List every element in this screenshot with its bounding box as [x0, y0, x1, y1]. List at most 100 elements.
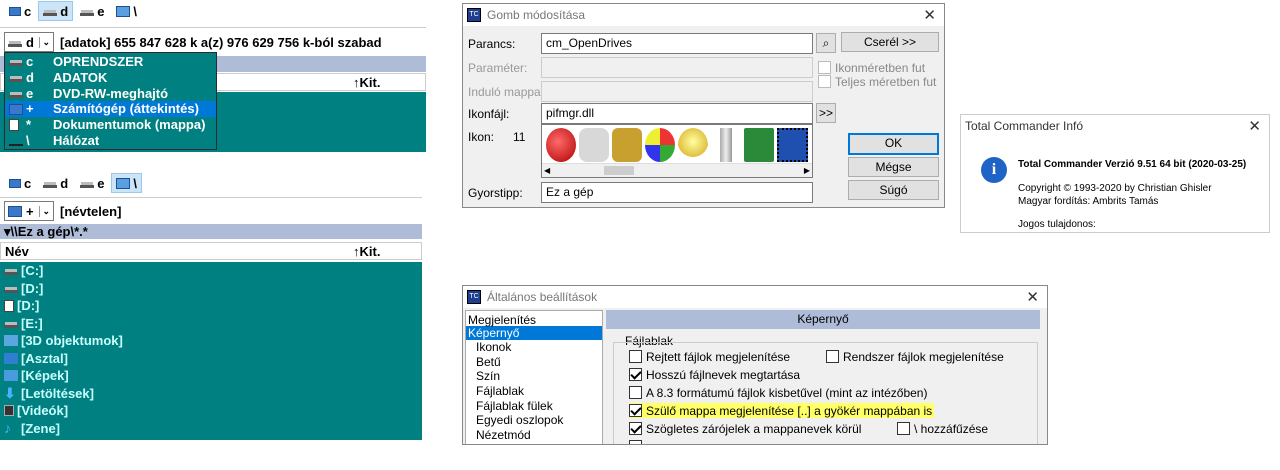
list-item[interactable]: ♪ [Zene]	[0, 420, 422, 438]
tree-item-fajlablak-fulek[interactable]: Fájlablak fülek	[466, 399, 602, 414]
cd-drive-icon	[9, 87, 23, 99]
cd-drive-icon	[80, 177, 95, 189]
drive-button-e[interactable]: e	[75, 1, 109, 21]
dropdown-item-c[interactable]: c OPRENDSZER	[5, 54, 216, 70]
app-icon: TC	[467, 8, 481, 22]
drive-button-e[interactable]: e	[75, 173, 109, 193]
list-item[interactable]: [E:]	[0, 315, 422, 333]
cd-drive-icon	[4, 317, 18, 329]
formatum-checkbox[interactable]: A 8.3 formátumú fájlok kisbetűvel (mint …	[629, 385, 927, 400]
parancs-input[interactable]: cm_OpenDrives	[541, 33, 813, 54]
dropdown-item-e[interactable]: e DVD-RW-meghajtó	[5, 86, 216, 102]
file-list: [C:] [D:] [D:] [E:] [3D objektumok] [Asz…	[0, 262, 422, 440]
kit-column-header[interactable]: ↑Kit.	[353, 243, 380, 261]
list-item[interactable]: ⬇ [Letöltések]	[0, 385, 422, 403]
dropdown-item-network[interactable]: \ Hálózat	[5, 133, 216, 149]
search-button[interactable]: ⌕	[816, 33, 836, 53]
tree-item-nezetmod[interactable]: Nézetmód	[466, 428, 602, 443]
tree-item-betu[interactable]: Betű	[466, 355, 602, 370]
csere-button[interactable]: Cserél >>	[841, 32, 939, 52]
rendszer-checkbox[interactable]: Rendszer fájlok megjelenítése	[826, 349, 1004, 364]
list-item[interactable]: [3D objektumok]	[0, 332, 422, 350]
kit-column-header[interactable]: ↑Kit.	[353, 74, 380, 92]
title-bar: Total Commander Infó ✕	[965, 117, 1261, 135]
next-checkbox[interactable]	[629, 439, 642, 444]
drive-button-network[interactable]: \	[111, 173, 143, 193]
lightbulb-icon[interactable]	[678, 128, 709, 162]
list-item[interactable]: [Képek]	[0, 367, 422, 385]
list-item[interactable]: [Videók]	[0, 402, 422, 420]
dropdown-item-computer[interactable]: + Számítógép (áttekintés)	[5, 101, 216, 118]
column-icon[interactable]	[711, 128, 742, 162]
help-button[interactable]: Súgó	[848, 180, 939, 200]
indulo-input	[541, 81, 813, 102]
scroll-left-icon[interactable]: ◀	[544, 166, 550, 175]
drive-combo[interactable]: d ⌄	[4, 32, 54, 52]
scroll-right-icon[interactable]: ▶	[804, 166, 810, 175]
szogletes-checkbox[interactable]: Szögletes zárójelek a mappanevek körül	[629, 421, 861, 436]
drive-button-c[interactable]: c	[4, 173, 36, 193]
tree-item-fajlablak[interactable]: Fájlablak	[466, 384, 602, 399]
parameter-label: Paraméter:	[468, 61, 528, 75]
tree-item-szin[interactable]: Szín	[466, 369, 602, 384]
document-icon	[4, 299, 14, 312]
ikon-number: 11	[513, 130, 526, 144]
drive-button-d[interactable]: d	[38, 1, 74, 21]
info-window: Total Commander Infó ✕ i Total Commander…	[960, 114, 1270, 233]
drive-button-network[interactable]: \	[111, 1, 142, 21]
horizontal-scrollbar[interactable]: ◀ ▶	[542, 163, 812, 177]
list-item[interactable]: [Asztal]	[0, 350, 422, 368]
apple-icon[interactable]	[546, 128, 577, 162]
video-icon	[4, 405, 14, 417]
szulo-checkbox[interactable]: Szülő mappa megjelenítése [..] a gyökér …	[629, 403, 935, 418]
download-icon: ⬇	[4, 384, 16, 401]
dropdown-item-d[interactable]: d ADATOK	[5, 70, 216, 86]
rejtett-checkbox[interactable]: Rejtett fájlok megjelenítése	[629, 349, 790, 364]
computer-icon[interactable]	[777, 128, 808, 162]
pictures-icon	[4, 370, 18, 382]
path-bar[interactable]: ▾\\Ez a gép\*.*	[0, 224, 422, 239]
name-column-header[interactable]: Név	[1, 243, 29, 259]
tuba-icon[interactable]	[612, 128, 643, 162]
translation-text: Magyar fordítás: Ambrits Tamás	[1018, 196, 1159, 207]
drive-combo[interactable]: + ⌄	[4, 201, 54, 221]
tree-item-ikonok[interactable]: Ikonok	[466, 340, 602, 355]
tree-item-megjelenites[interactable]: Megjelenítés	[466, 311, 602, 327]
tree-item-kepernyo[interactable]: Képernyő	[466, 325, 602, 341]
indulo-label: Induló mappa	[468, 85, 541, 99]
computer-icon	[8, 205, 22, 217]
hard-drive-icon	[43, 177, 58, 189]
gyorstipp-input[interactable]: Ez a gép	[541, 182, 813, 203]
ikonfajl-input[interactable]: pifmgr.dll	[541, 103, 813, 124]
version-text: Total Commander Verzió 9.51 64 bit (2020…	[1018, 159, 1247, 170]
computer-icon	[9, 6, 21, 16]
list-item[interactable]: [D:]	[0, 280, 422, 298]
list-item[interactable]: [D:]	[0, 297, 422, 315]
close-icon[interactable]: ✕	[1248, 117, 1261, 135]
scrollbar-thumb[interactable]	[604, 166, 634, 175]
network-icon	[9, 135, 23, 147]
ok-button[interactable]: OK	[848, 133, 939, 155]
close-icon[interactable]: ✕	[1026, 288, 1039, 306]
hard-drive-icon	[4, 265, 18, 277]
ikon-label: Ikon:	[468, 130, 495, 144]
search-icon: ⌕	[822, 36, 830, 50]
storm-icon[interactable]	[579, 128, 610, 162]
gyorstipp-label: Gyorstipp:	[468, 186, 523, 200]
close-icon[interactable]: ✕	[923, 6, 936, 24]
icon-picker[interactable]: ◀ ▶	[541, 124, 813, 178]
ikonmeret-checkbox: Ikonméretben fut	[818, 60, 925, 75]
list-item[interactable]: [C:]	[0, 262, 422, 280]
drive-button-d[interactable]: d	[38, 173, 73, 193]
chevron-down-icon: ⌄	[39, 36, 50, 48]
circuit-icon[interactable]	[744, 128, 775, 162]
panel2: c d e \ + ⌄ [névtelen] ▾\\Ez a gép\*.* N…	[0, 172, 422, 440]
tree-item-egyedi-oszlopok[interactable]: Egyedi oszlopok	[466, 413, 602, 428]
hozzafuzese-checkbox[interactable]: \ hozzáfűzése	[897, 421, 988, 436]
hosszu-checkbox[interactable]: Hosszú fájlnevek megtartása	[629, 367, 800, 382]
browse-button[interactable]: >>	[816, 103, 836, 123]
ball-icon[interactable]	[645, 128, 676, 162]
dropdown-item-documents[interactable]: * Dokumentumok (mappa)	[5, 117, 216, 133]
cancel-button[interactable]: Mégse	[848, 157, 939, 177]
drive-button-c[interactable]: c	[4, 1, 36, 21]
